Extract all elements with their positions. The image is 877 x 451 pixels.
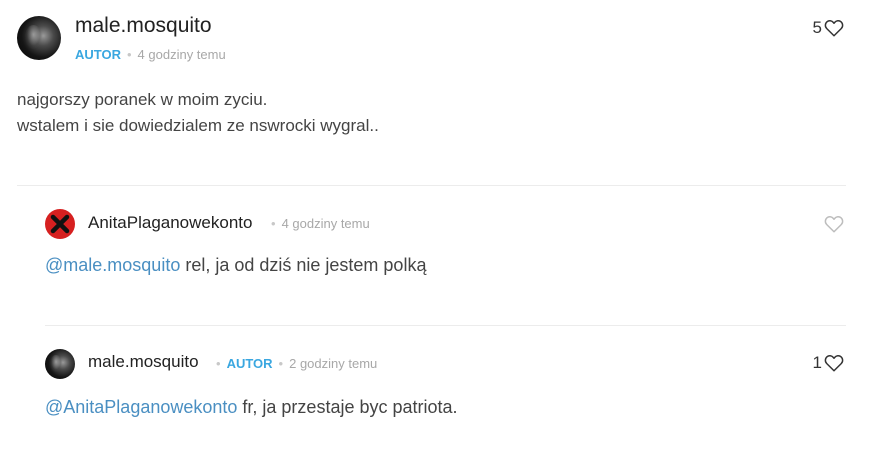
mention-link[interactable]: @AnitaPlaganowekonto: [45, 397, 237, 417]
divider: [45, 325, 846, 326]
reply-username[interactable]: male.mosquito: [88, 352, 199, 372]
mention-link[interactable]: @male.mosquito: [45, 255, 180, 275]
post-username[interactable]: male.mosquito: [75, 14, 212, 38]
reply-username[interactable]: AnitaPlaganowekonto: [88, 213, 252, 233]
reply-like-button[interactable]: 1: [813, 353, 844, 373]
post-like-count: 5: [812, 18, 822, 37]
meta-separator: •: [216, 356, 221, 371]
reply-body: fr, ja przestaje byc patriota.: [237, 397, 458, 417]
heart-outline-icon: [824, 215, 844, 233]
meta-separator: •: [278, 356, 284, 371]
post-text-line-1: najgorszy poranek w moim zyciu.: [17, 90, 268, 109]
post-text-line-2: wstalem i sie dowiedzialem ze nswrocki w…: [17, 116, 379, 135]
reply-timestamp: 4 godziny temu: [281, 216, 370, 231]
author-badge: AUTOR: [226, 356, 273, 371]
reply-timestamp: 2 godziny temu: [289, 356, 378, 371]
heart-outline-icon: [824, 354, 844, 372]
meta-separator: •: [126, 47, 132, 62]
post-meta: AUTOR • 4 godziny temu: [75, 47, 226, 62]
divider: [17, 185, 846, 186]
heart-outline-icon: [824, 19, 844, 37]
author-badge: AUTOR: [75, 47, 121, 62]
reply-text: @AnitaPlaganowekonto fr, ja przestaje by…: [45, 397, 458, 418]
meta-separator: •: [271, 216, 276, 231]
avatar[interactable]: [17, 16, 61, 60]
avatar[interactable]: [45, 209, 75, 239]
reply-meta: • 4 godziny temu: [265, 216, 370, 231]
post-like-button[interactable]: 5: [813, 18, 844, 38]
reply-meta: • AUTOR • 2 godziny temu: [210, 356, 377, 371]
reply-like-count: 1: [812, 353, 822, 372]
reply-body: rel, ja od dziś nie jestem polką: [180, 255, 427, 275]
reply-like-button[interactable]: [822, 215, 844, 233]
post-timestamp: 4 godziny temu: [137, 47, 226, 62]
reply-text: @male.mosquito rel, ja od dziś nie jeste…: [45, 255, 426, 276]
x-mark-icon: [50, 214, 70, 234]
avatar[interactable]: [45, 349, 75, 379]
